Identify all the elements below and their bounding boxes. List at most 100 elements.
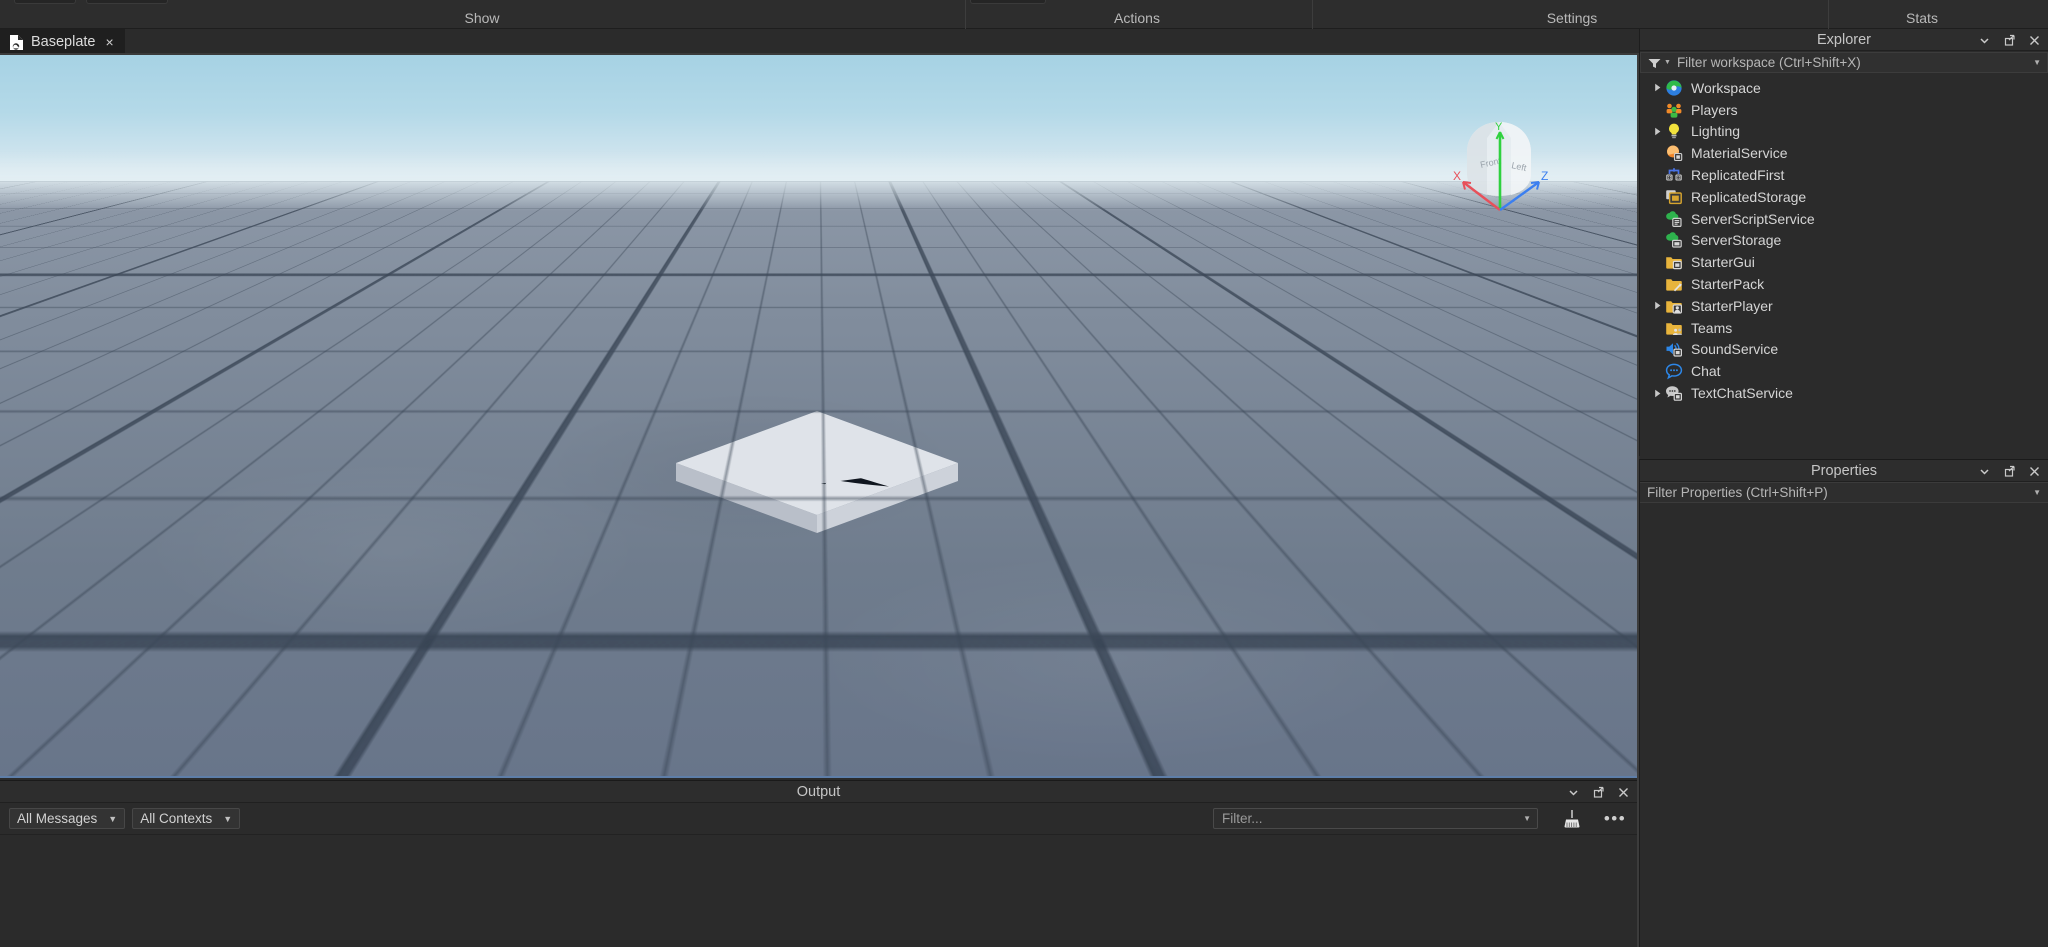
ribbon-toolbar: ShowActionsSettingsStats [0, 0, 2048, 29]
ribbon-button-stub-0[interactable] [14, 0, 76, 4]
explorer-filter-input[interactable]: ▼ Filter workspace (Ctrl+Shift+X) ▼ [1640, 52, 2048, 73]
starter-pack-icon [1665, 275, 1683, 293]
messages-filter-label: All Messages [17, 811, 97, 826]
properties-filter-caret-icon[interactable]: ▼ [2033, 488, 2041, 497]
starter-player-icon [1665, 297, 1683, 315]
server-script-service-icon [1665, 210, 1683, 228]
properties-filter-text: Filter Properties (Ctrl+Shift+P) [1647, 485, 2033, 500]
explorer-item-label: MaterialService [1691, 145, 1787, 161]
properties-title-bar: Properties [1640, 460, 2048, 482]
expand-arrow-icon[interactable] [1650, 83, 1665, 92]
explorer-item-chat[interactable]: Chat [1640, 360, 2048, 382]
output-filter-placeholder: Filter... [1222, 811, 1523, 826]
explorer-item-label: ServerScriptService [1691, 211, 1815, 227]
ribbon-group-label-settings: Settings [1492, 10, 1652, 26]
explorer-item-replicatedfirst[interactable]: ReplicatedFirst [1640, 164, 2048, 186]
svg-text:Z: Z [1541, 169, 1548, 183]
chevron-down-icon[interactable] [1978, 465, 1991, 478]
properties-filter-input[interactable]: Filter Properties (Ctrl+Shift+P) ▼ [1640, 482, 2048, 503]
close-icon[interactable] [2028, 465, 2041, 478]
explorer-item-label: TextChatService [1691, 385, 1793, 401]
output-filter-input[interactable]: Filter... ▼ [1213, 808, 1538, 829]
document-cloud-icon [9, 34, 24, 51]
explorer-item-label: Lighting [1691, 123, 1740, 139]
output-panel: Output All Messages ▼ [0, 780, 1637, 947]
ribbon-button-stub-2[interactable] [970, 0, 1046, 4]
properties-panel: Properties Filter Properties (Ctrl+Shift… [1639, 459, 2048, 947]
explorer-item-label: ServerStorage [1691, 232, 1781, 248]
explorer-item-label: Workspace [1691, 80, 1761, 96]
explorer-item-startergui[interactable]: StarterGui [1640, 251, 2048, 273]
explorer-item-label: ReplicatedStorage [1691, 189, 1806, 205]
explorer-item-label: Players [1691, 102, 1738, 118]
ellipsis-icon[interactable]: ••• [1602, 807, 1628, 831]
tab-close-icon[interactable]: × [106, 35, 114, 49]
3d-viewport[interactable]: Front Left Y X Z [0, 55, 1637, 778]
explorer-item-teams[interactable]: Teams [1640, 317, 2048, 339]
tab-baseplate[interactable]: Baseplate × [0, 29, 125, 55]
replicated-storage-icon [1665, 188, 1683, 206]
material-service-icon [1665, 144, 1683, 162]
expand-arrow-icon[interactable] [1650, 389, 1665, 398]
ribbon-group-label-show: Show [402, 10, 562, 26]
expand-arrow-icon[interactable] [1650, 301, 1665, 310]
sound-service-icon [1665, 340, 1683, 358]
explorer-item-label: Teams [1691, 320, 1732, 336]
properties-title: Properties [1811, 463, 1877, 479]
filter-funnel-icon [1648, 57, 1661, 68]
sky [0, 55, 1637, 182]
explorer-item-players[interactable]: Players [1640, 99, 2048, 121]
explorer-item-label: Chat [1691, 363, 1721, 379]
view-cube[interactable]: Front Left Y X Z [1435, 110, 1565, 225]
explorer-filter-caret-icon[interactable]: ▼ [2033, 58, 2041, 67]
explorer-item-soundservice[interactable]: SoundService [1640, 339, 2048, 361]
explorer-item-replicatedstorage[interactable]: ReplicatedStorage [1640, 186, 2048, 208]
replicated-first-icon [1665, 166, 1683, 184]
tab-label: Baseplate [31, 34, 96, 50]
chevron-down-icon[interactable] [1978, 34, 1991, 47]
explorer-item-serverstorage[interactable]: ServerStorage [1640, 230, 2048, 252]
explorer-item-workspace[interactable]: Workspace [1640, 77, 2048, 99]
chevron-down-icon[interactable] [1567, 786, 1580, 799]
broom-icon[interactable] [1559, 807, 1585, 831]
explorer-item-starterpack[interactable]: StarterPack [1640, 273, 2048, 295]
explorer-item-materialservice[interactable]: MaterialService [1640, 142, 2048, 164]
ribbon-group-separator [1312, 0, 1313, 29]
explorer-item-serverscriptservice[interactable]: ServerScriptService [1640, 208, 2048, 230]
ribbon-button-stub-1[interactable] [86, 0, 168, 4]
explorer-panel: Explorer ▼ Filter [1639, 29, 2048, 456]
explorer-item-textchatservice[interactable]: TextChatService [1640, 382, 2048, 404]
starter-gui-icon [1665, 253, 1683, 271]
explorer-title: Explorer [1817, 32, 1871, 48]
output-title-bar: Output [0, 781, 1637, 803]
server-storage-icon [1665, 231, 1683, 249]
undock-icon[interactable] [2003, 34, 2016, 47]
explorer-filter-text: Filter workspace (Ctrl+Shift+X) [1677, 55, 2027, 70]
svg-text:Y: Y [1495, 121, 1503, 133]
chat-icon [1665, 362, 1683, 380]
output-toolbar: All Messages ▼ All Contexts ▼ Filter... … [0, 803, 1637, 835]
explorer-item-label: StarterGui [1691, 254, 1755, 270]
explorer-item-label: ReplicatedFirst [1691, 167, 1784, 183]
messages-filter-dropdown[interactable]: All Messages ▼ [9, 808, 125, 829]
output-title: Output [797, 784, 841, 800]
close-icon[interactable] [1617, 786, 1630, 799]
output-log-area[interactable] [0, 835, 1637, 947]
explorer-item-lighting[interactable]: Lighting [1640, 121, 2048, 143]
undock-icon[interactable] [2003, 465, 2016, 478]
ribbon-group-separator [1828, 0, 1829, 29]
explorer-title-bar: Explorer [1640, 29, 2048, 51]
close-icon[interactable] [2028, 34, 2041, 47]
lighting-icon [1665, 122, 1683, 140]
ribbon-group-label-stats: Stats [1842, 10, 2002, 26]
chevron-down-icon[interactable]: ▼ [1523, 814, 1531, 823]
expand-arrow-icon[interactable] [1650, 127, 1665, 136]
filter-dropdown-caret-icon[interactable]: ▼ [1664, 59, 1671, 66]
contexts-filter-dropdown[interactable]: All Contexts ▼ [132, 808, 240, 829]
chevron-down-icon: ▼ [108, 814, 117, 824]
teams-icon [1665, 319, 1683, 337]
svg-text:X: X [1453, 169, 1461, 183]
undock-icon[interactable] [1592, 786, 1605, 799]
explorer-item-starterplayer[interactable]: StarterPlayer [1640, 295, 2048, 317]
baseplate-part[interactable] [672, 407, 962, 542]
